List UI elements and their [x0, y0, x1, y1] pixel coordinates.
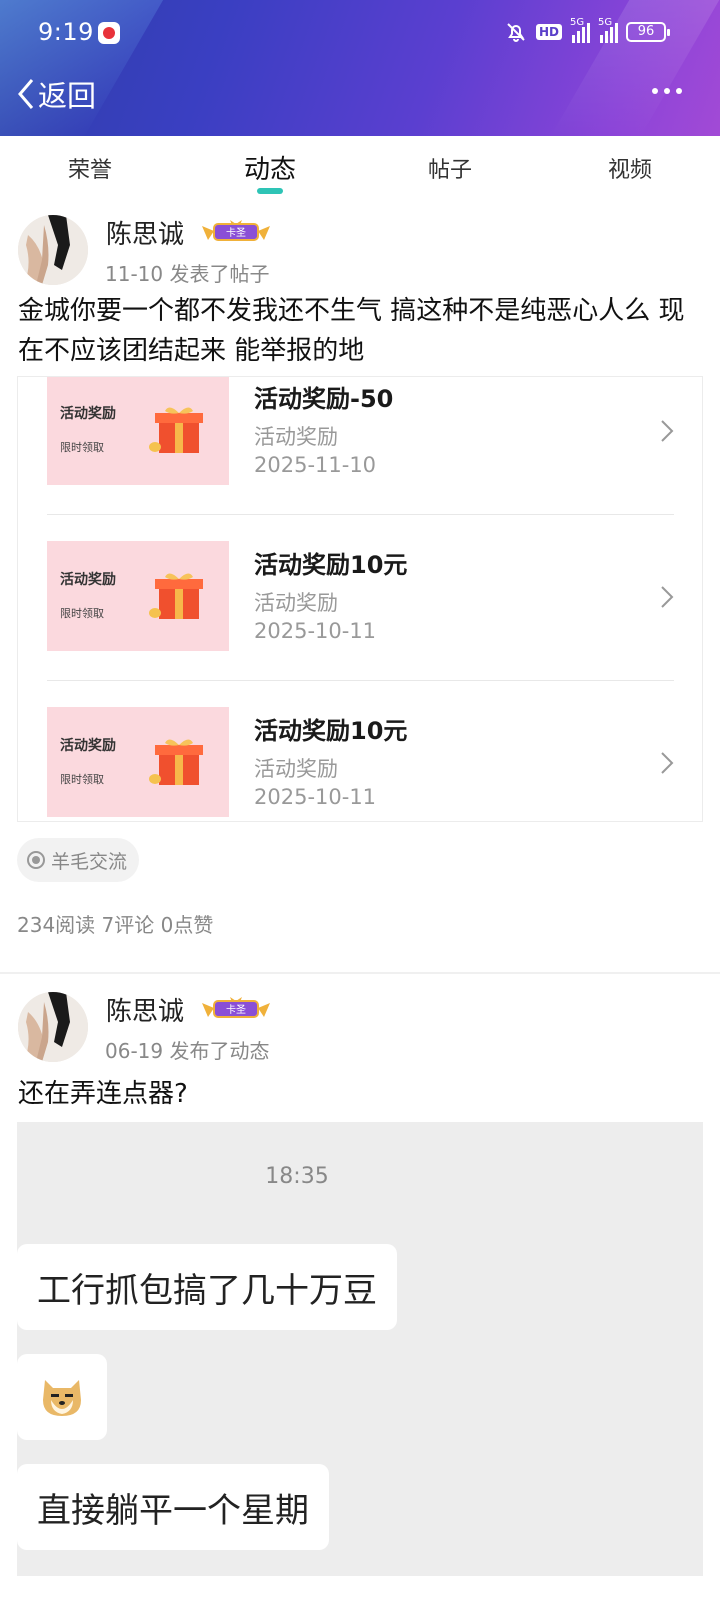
gift-icon	[149, 573, 203, 619]
status-time: 9:19	[38, 18, 94, 46]
chevron-right-icon	[661, 586, 674, 608]
post-divider	[0, 972, 720, 974]
reward-subtitle: 活动奖励	[254, 591, 338, 615]
feed-post[interactable]: 陈思诚 卡圣 06-19 发布了动态 还在弄连点器? 18:35 工行抓包搞了几…	[0, 976, 720, 1600]
reward-thumbnail: 活动奖励 限时领取	[47, 377, 229, 485]
topic-icon	[27, 851, 45, 869]
author-name[interactable]: 陈思诚	[106, 991, 184, 1028]
crown-badge-icon: 卡圣	[200, 995, 272, 1021]
battery-icon: 96	[626, 22, 670, 42]
back-label: 返回	[38, 79, 97, 113]
reward-subtitle: 活动奖励	[254, 757, 338, 781]
app-notification-icon	[98, 22, 120, 44]
signal-icon: 5G	[570, 17, 590, 43]
avatar[interactable]	[18, 215, 88, 285]
app-header: 9:19 HD 5G 5G 96 返回	[0, 0, 720, 136]
topic-tag[interactable]: 羊毛交流	[17, 838, 140, 882]
chat-timestamp: 18:35	[265, 1164, 329, 1189]
reward-card[interactable]: 活动奖励 限时领取 活动奖励10元 活动奖励 2025-10-11	[18, 527, 702, 693]
active-tab-indicator	[257, 188, 283, 194]
reward-card[interactable]: 活动奖励 限时领取 活动奖励-50 活动奖励 2025-11-10	[18, 377, 702, 527]
post-meta: 06-19 发布了动态	[105, 1039, 270, 1063]
back-button[interactable]: 返回	[16, 74, 96, 114]
post-image[interactable]: 18:35 工行抓包搞了几十万豆 直接躺平一个星期	[17, 1122, 703, 1576]
post-text: 金城你要一个都不发我还不生气 搞这种不是纯恶心人么 现在不应该团结起来 能举报的…	[18, 296, 685, 366]
signal-icon-2: 5G	[598, 17, 618, 43]
divider	[47, 514, 674, 515]
svg-text:卡圣: 卡圣	[226, 226, 246, 239]
status-indicators: HD 5G 5G 96	[504, 17, 670, 46]
chat-bubble: 工行抓包搞了几十万豆	[17, 1244, 397, 1330]
reward-title: 活动奖励10元	[254, 717, 408, 745]
tab-posts[interactable]: 帖子	[360, 136, 540, 200]
tab-bar: 荣誉 动态 帖子 视频	[0, 136, 720, 200]
status-bar: 9:19 HD 5G 5G 96	[0, 0, 720, 66]
reward-date: 2025-10-11	[254, 785, 377, 809]
reward-date: 2025-11-10	[254, 453, 377, 477]
tab-honor[interactable]: 荣誉	[0, 136, 180, 200]
reward-thumbnail: 活动奖励 限时领取	[47, 541, 229, 651]
author-name[interactable]: 陈思诚	[106, 214, 184, 251]
svg-text:卡圣: 卡圣	[226, 1003, 246, 1016]
tab-activity[interactable]: 动态	[180, 136, 360, 200]
bell-muted-icon	[504, 20, 528, 44]
reward-date: 2025-10-11	[254, 619, 377, 643]
gift-icon	[149, 407, 203, 453]
gift-icon	[149, 739, 203, 785]
hd-badge: HD	[535, 24, 562, 40]
feed-post[interactable]: 陈思诚 卡圣 11-10 发表了帖子 金城你要一个都不发我还不生气 搞这种不是纯…	[0, 200, 720, 976]
reward-thumbnail: 活动奖励 限时领取	[47, 707, 229, 817]
reward-title: 活动奖励10元	[254, 551, 408, 579]
chevron-right-icon	[661, 420, 674, 442]
post-meta: 11-10 发表了帖子	[105, 262, 270, 286]
crown-badge-icon: 卡圣	[200, 218, 272, 244]
divider	[47, 680, 674, 681]
post-stats: 234阅读 7评论 0点赞	[17, 913, 214, 937]
avatar[interactable]	[18, 992, 88, 1062]
reward-card-list: 活动奖励 限时领取 活动奖励-50 活动奖励 2025-11-10 活动奖励 限…	[17, 376, 703, 822]
chat-bubble	[17, 1354, 107, 1440]
reward-title: 活动奖励-50	[254, 385, 394, 413]
doge-emoji-icon	[39, 1374, 85, 1420]
post-text: 还在弄连点器?	[18, 1079, 188, 1109]
reward-subtitle: 活动奖励	[254, 425, 338, 449]
tab-videos[interactable]: 视频	[540, 136, 720, 200]
chat-bubble: 直接躺平一个星期	[17, 1464, 329, 1550]
reward-card[interactable]: 活动奖励 限时领取 活动奖励10元 活动奖励 2025-10-11	[18, 693, 702, 821]
chevron-right-icon	[661, 752, 674, 774]
more-options-icon[interactable]	[652, 88, 682, 98]
chevron-left-icon	[16, 77, 36, 111]
